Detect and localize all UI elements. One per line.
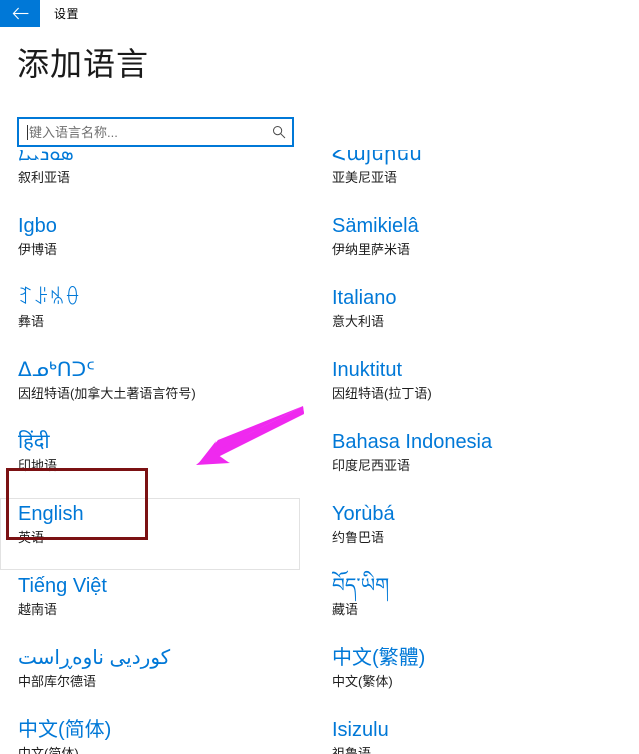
search-box[interactable] bbox=[17, 117, 294, 147]
language-chinese-name: 越南语 bbox=[18, 600, 299, 619]
language-list-item[interactable]: Isizulu祖鲁语 bbox=[314, 714, 614, 754]
language-chinese-name: 藏语 bbox=[332, 600, 613, 619]
language-native-name: Sämikielâ bbox=[332, 213, 613, 240]
page-title: 添加语言 bbox=[17, 44, 149, 84]
language-chinese-name: 叙利亚语 bbox=[18, 168, 299, 187]
language-native-name: 中文(繁體) bbox=[332, 645, 613, 672]
language-native-name: Tiếng Việt bbox=[18, 573, 299, 600]
language-native-name: ᐃᓄᒃᑎᑐᑦ bbox=[18, 357, 299, 384]
language-chinese-name: 中文(繁体) bbox=[332, 672, 613, 691]
language-native-name: ꆈꌠꁱꂷ bbox=[18, 285, 299, 312]
language-column-right: Հայերեն亚美尼亚语Sämikielâ伊纳里萨米语Italiano意大利语I… bbox=[314, 150, 614, 754]
search-input[interactable] bbox=[28, 119, 266, 145]
language-native-name: Inuktitut bbox=[332, 357, 613, 384]
language-chinese-name: 祖鲁语 bbox=[332, 744, 613, 754]
language-chinese-name: 意大利语 bbox=[332, 312, 613, 331]
title-bar: 设置 bbox=[0, 0, 639, 27]
language-native-name: Igbo bbox=[18, 213, 299, 240]
language-list-item[interactable]: English英语 bbox=[0, 498, 300, 570]
language-list-item[interactable]: Tiếng Việt越南语 bbox=[0, 570, 300, 642]
language-chinese-name: 伊博语 bbox=[18, 240, 299, 259]
language-native-name: Italiano bbox=[332, 285, 613, 312]
language-list-item[interactable]: Sämikielâ伊纳里萨米语 bbox=[314, 210, 614, 282]
language-list-item[interactable]: Igbo伊博语 bbox=[0, 210, 300, 282]
language-list-item[interactable]: Yorùbá约鲁巴语 bbox=[314, 498, 614, 570]
language-chinese-name: 彝语 bbox=[18, 312, 299, 331]
back-arrow-icon bbox=[12, 7, 29, 20]
language-native-name: हिंदी bbox=[18, 429, 299, 456]
language-list-item[interactable]: ܣܘܪܝܝܐ叙利亚语 bbox=[0, 150, 300, 210]
language-native-name: Yorùbá bbox=[332, 501, 613, 528]
language-native-name: Bahasa Indonesia bbox=[332, 429, 613, 456]
language-chinese-name: 伊纳里萨米语 bbox=[332, 240, 613, 259]
language-list-item[interactable]: ᐃᓄᒃᑎᑐᑦ因纽特语(加拿大土著语言符号) bbox=[0, 354, 300, 426]
language-chinese-name: 中部库尔德语 bbox=[18, 672, 299, 691]
language-chinese-name: 约鲁巴语 bbox=[332, 528, 613, 547]
language-native-name: 中文(简体) bbox=[18, 717, 299, 744]
language-list-item[interactable]: کوردیی ناوەڕاست中部库尔德语 bbox=[0, 642, 300, 714]
language-chinese-name: 中文(简体) bbox=[18, 744, 299, 754]
language-native-name: Isizulu bbox=[332, 717, 613, 744]
window-title: 设置 bbox=[40, 0, 79, 27]
language-native-name: བོད་ཡིག bbox=[332, 573, 613, 600]
language-chinese-name: 因纽特语(拉丁语) bbox=[332, 384, 613, 403]
language-native-name: ܣܘܪܝܝܐ bbox=[18, 150, 299, 168]
language-list-item[interactable]: ꆈꌠꁱꂷ彝语 bbox=[0, 282, 300, 354]
language-chinese-name: 英语 bbox=[18, 528, 299, 547]
language-chinese-name: 印度尼西亚语 bbox=[332, 456, 613, 475]
add-language-page: 设置 添加语言 ܣܘܪܝܝܐ叙利亚语Igbo伊博语ꆈꌠꁱꂷ彝语ᐃᓄᒃᑎᑐᑦ因纽特… bbox=[0, 0, 639, 754]
language-list-item[interactable]: Inuktitut因纽特语(拉丁语) bbox=[314, 354, 614, 426]
language-chinese-name: 亚美尼亚语 bbox=[332, 168, 613, 187]
language-list-item[interactable]: 中文(简体)中文(简体) bbox=[0, 714, 300, 754]
back-button[interactable] bbox=[0, 0, 40, 27]
language-native-name: English bbox=[18, 501, 299, 528]
search-icon[interactable] bbox=[266, 125, 292, 139]
language-list-item[interactable]: Italiano意大利语 bbox=[314, 282, 614, 354]
language-list-item[interactable]: བོད་ཡིག藏语 bbox=[314, 570, 614, 642]
language-list-item[interactable]: Bahasa Indonesia印度尼西亚语 bbox=[314, 426, 614, 498]
language-native-name: کوردیی ناوەڕاست bbox=[18, 645, 299, 672]
language-list-item[interactable]: हिंदी印地语 bbox=[0, 426, 300, 498]
language-chinese-name: 因纽特语(加拿大土著语言符号) bbox=[18, 384, 299, 403]
language-native-name: Հայերեն bbox=[332, 150, 613, 168]
language-list-item[interactable]: 中文(繁體)中文(繁体) bbox=[314, 642, 614, 714]
language-list[interactable]: ܣܘܪܝܝܐ叙利亚语Igbo伊博语ꆈꌠꁱꂷ彝语ᐃᓄᒃᑎᑐᑦ因纽特语(加拿大土著语… bbox=[0, 150, 639, 754]
language-column-left: ܣܘܪܝܝܐ叙利亚语Igbo伊博语ꆈꌠꁱꂷ彝语ᐃᓄᒃᑎᑐᑦ因纽特语(加拿大土著语… bbox=[0, 150, 300, 754]
language-list-item[interactable]: Հայերեն亚美尼亚语 bbox=[314, 150, 614, 210]
language-chinese-name: 印地语 bbox=[18, 456, 299, 475]
